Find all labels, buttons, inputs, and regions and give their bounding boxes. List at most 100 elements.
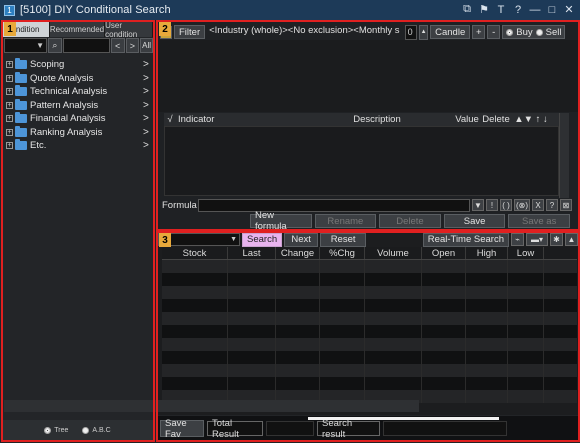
tree-item[interactable]: + Pattern Analysis > [6, 98, 153, 113]
chevron-right-icon[interactable]: > [143, 100, 153, 111]
candle-button[interactable]: Candle [430, 25, 471, 39]
tree-item[interactable]: + Financial Analysis > [6, 112, 153, 126]
expand-icon[interactable]: + [6, 74, 13, 82]
tab-recommended[interactable]: Recommended [49, 22, 106, 37]
real-time-search-button[interactable]: Real-Time Search [422, 232, 509, 247]
expand-icon[interactable]: + [6, 88, 13, 96]
table-row[interactable] [162, 273, 577, 286]
minimize-icon[interactable]: — [528, 2, 542, 17]
spin-value[interactable]: 0 [405, 24, 418, 40]
save-as-button[interactable]: Save as [508, 214, 570, 228]
table-row[interactable] [162, 377, 577, 390]
remove-button[interactable]: - [487, 25, 501, 39]
table-cell [228, 286, 276, 299]
table-cell [276, 286, 320, 299]
save-button[interactable]: Save [443, 214, 506, 228]
spin-arrows-icon[interactable]: ▲ [419, 24, 429, 40]
tree-item[interactable]: + Etc. > [6, 139, 153, 153]
delete-button[interactable]: Delete [379, 214, 441, 228]
expand-icon[interactable]: + [6, 115, 13, 123]
table-cell [508, 364, 544, 377]
not-icon[interactable]: ! [486, 199, 498, 211]
formula-dropdown-icon[interactable]: ▼ [472, 199, 484, 211]
chevron-right-icon[interactable]: > [143, 73, 153, 84]
list-view-icon[interactable]: ▬▾ [526, 233, 548, 246]
tab-user-condition[interactable]: User condition [105, 21, 153, 39]
new-formula-button[interactable]: New formula [250, 210, 312, 232]
column-header[interactable]: Last [228, 247, 276, 259]
filter-button[interactable]: Filter [174, 25, 206, 39]
table-cell [508, 286, 544, 299]
exclusive-icon[interactable]: (⊗) [514, 199, 530, 211]
column-header[interactable]: Change [276, 247, 320, 259]
chevron-right-icon[interactable]: > [143, 140, 153, 151]
indicator-scrollbar[interactable] [559, 113, 569, 198]
next-button[interactable]: > [125, 38, 140, 53]
table-row[interactable] [162, 286, 577, 299]
maximize-icon[interactable]: □ [545, 2, 559, 17]
save-fav-button[interactable]: Save Fav [160, 418, 204, 440]
restore-icon[interactable]: ⧉ [460, 2, 474, 17]
description-column: Description [353, 114, 401, 125]
help-icon[interactable]: ? [511, 2, 525, 17]
table-row[interactable] [162, 312, 577, 325]
expand-icon[interactable]: + [6, 142, 13, 150]
rename-button[interactable]: Rename [314, 214, 377, 228]
export-icon[interactable]: ⊠ [560, 199, 572, 211]
pin-icon[interactable]: ⚑ [477, 2, 491, 17]
view-mode-abc[interactable]: A.B.C [82, 426, 111, 434]
folder-icon [15, 139, 27, 151]
tree-item[interactable]: + Ranking Analysis > [6, 125, 153, 140]
tree-item[interactable]: + Scoping > [6, 58, 153, 72]
sort-arrows[interactable]: ▲▼ ↑ ↓ [511, 114, 551, 125]
close-icon[interactable]: ✕ [562, 2, 576, 17]
chevron-right-icon[interactable]: > [143, 127, 153, 138]
settings-gear-icon[interactable]: ✱ [550, 233, 563, 246]
column-header[interactable]: %Chg [320, 247, 365, 259]
chart-icon[interactable]: ⌁ [511, 233, 524, 246]
check-column[interactable]: √ [164, 114, 176, 125]
chevron-right-icon[interactable]: > [143, 59, 153, 70]
chevron-right-icon[interactable]: > [143, 113, 153, 124]
table-cell [466, 273, 508, 286]
buy-radio[interactable]: Buy [506, 27, 533, 38]
table-row[interactable] [162, 260, 577, 273]
search-button[interactable]: Search [242, 232, 283, 247]
table-row[interactable] [162, 364, 577, 377]
table-row[interactable] [162, 299, 577, 312]
expand-icon[interactable]: + [6, 101, 13, 109]
expand-icon[interactable]: + [6, 128, 13, 136]
column-header[interactable]: Low [508, 247, 544, 259]
table-cell [508, 338, 544, 351]
expand-icon[interactable]: + [6, 61, 13, 69]
results-rows[interactable] [162, 260, 577, 403]
category-dropdown[interactable]: ▼ [4, 38, 48, 53]
all-button[interactable]: All [140, 38, 153, 53]
sell-radio[interactable]: Sell [535, 27, 561, 38]
condition-search-input[interactable] [62, 38, 110, 53]
indicator-list[interactable] [164, 126, 559, 196]
table-row[interactable] [162, 338, 577, 351]
column-header[interactable]: High [466, 247, 508, 259]
text-size-icon[interactable]: T [494, 2, 508, 17]
tree-item[interactable]: + Technical Analysis > [6, 85, 153, 99]
view-mode-tree[interactable]: Tree [44, 426, 68, 434]
table-row[interactable] [162, 351, 577, 364]
results-scrollbar[interactable] [4, 400, 419, 412]
parentheses-icon[interactable]: ( ) [500, 199, 512, 211]
clear-icon[interactable]: X [532, 199, 544, 211]
help-icon[interactable]: ? [546, 199, 558, 211]
reset-button[interactable]: Reset [320, 232, 367, 247]
tree-item[interactable]: + Quote Analysis > [6, 71, 153, 86]
chevron-right-icon[interactable]: > [143, 86, 153, 97]
table-row[interactable] [162, 325, 577, 338]
collapse-icon[interactable]: ▲ [565, 233, 578, 246]
column-header[interactable]: Open [422, 247, 466, 259]
prev-button[interactable]: < [110, 38, 125, 53]
next-results-button[interactable]: Next [284, 232, 319, 247]
add-button[interactable]: + [472, 25, 486, 39]
search-icon[interactable]: ⌕ [48, 38, 62, 53]
column-header[interactable]: Volume [365, 247, 422, 259]
formula-input[interactable] [198, 198, 470, 212]
column-header[interactable]: Stock [162, 247, 228, 259]
